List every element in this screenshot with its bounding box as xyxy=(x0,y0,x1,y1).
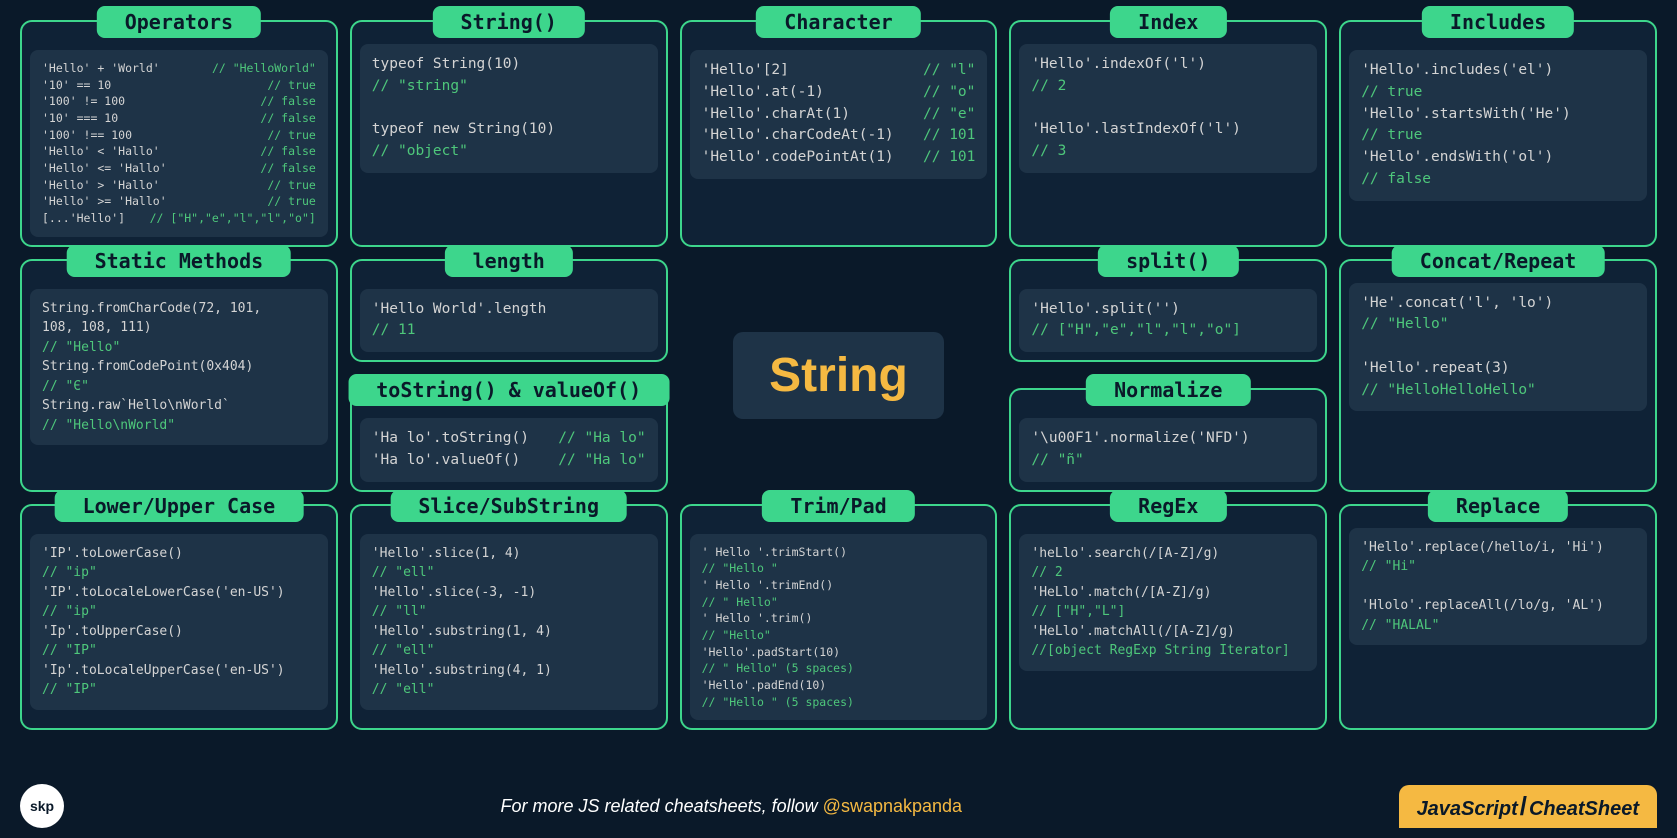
code-concat: 'He'.concat('l', 'lo')// "Hello" 'Hello'… xyxy=(1349,283,1647,412)
card-regex: RegEx 'heLlo'.search(/[A-Z]/g)// 2'HeLlo… xyxy=(1009,504,1327,731)
title-slice: Slice/SubString xyxy=(390,490,627,522)
code-tostring: 'Ha lo'.toString()// "Ha lo"'Ha lo'.valu… xyxy=(360,418,658,482)
title-index: Index xyxy=(1110,6,1226,38)
code-split: 'Hello'.split('')// ["H","e","l","l","o"… xyxy=(1019,289,1317,353)
center-badge: String xyxy=(680,259,998,492)
card-tostring: toString() & valueOf() 'Ha lo'.toString(… xyxy=(350,388,668,492)
footer-handle: @swapnakpanda xyxy=(823,796,962,816)
footer-text: For more JS related cheatsheets, follow … xyxy=(501,796,963,817)
code-includes: 'Hello'.includes('el')// true'Hello'.sta… xyxy=(1349,50,1647,201)
code-static: String.fromCharCode(72, 101, 108, 108, 1… xyxy=(30,289,328,446)
title-split: split() xyxy=(1098,245,1238,277)
title-concat: Concat/Repeat xyxy=(1392,245,1605,277)
footer-brand: JavaScript/CheatSheet xyxy=(1399,785,1657,828)
code-trim: ' Hello '.trimStart()// "Hello "' Hello … xyxy=(690,534,988,721)
card-replace: Replace 'Hello'.replace(/hello/i, 'Hi')/… xyxy=(1339,504,1657,731)
code-character: 'Hello'[2]// "l"'Hello'.at(-1)// "o"'Hel… xyxy=(690,50,988,179)
code-regex: 'heLlo'.search(/[A-Z]/g)// 2'HeLlo'.matc… xyxy=(1019,534,1317,671)
card-includes: Includes 'Hello'.includes('el')// true'H… xyxy=(1339,20,1657,247)
footer: skp For more JS related cheatsheets, fol… xyxy=(0,774,1677,838)
title-tostring: toString() & valueOf() xyxy=(348,374,669,406)
card-index: Index 'Hello'.indexOf('l')// 2 'Hello'.l… xyxy=(1009,20,1327,247)
card-length: length 'Hello World'.length// 11 xyxy=(350,259,668,363)
title-includes: Includes xyxy=(1422,6,1574,38)
title-string: String() xyxy=(433,6,585,38)
title-length: length xyxy=(445,245,573,277)
title-trim: Trim/Pad xyxy=(762,490,914,522)
card-split: split() 'Hello'.split('')// ["H","e","l"… xyxy=(1009,259,1327,363)
card-case: Lower/Upper Case 'IP'.toLowerCase()// "i… xyxy=(20,504,338,731)
code-case: 'IP'.toLowerCase()// "ip"'IP'.toLocaleLo… xyxy=(30,534,328,710)
title-case: Lower/Upper Case xyxy=(55,490,304,522)
title-regex: RegEx xyxy=(1110,490,1226,522)
logo: skp xyxy=(20,784,64,828)
code-operators: 'Hello' + 'World'// "HelloWorld"'10' == … xyxy=(30,50,328,237)
card-normalize: Normalize '\u00F1'.normalize('NFD')// "ñ… xyxy=(1009,388,1327,492)
code-slice: 'Hello'.slice(1, 4)// "ell"'Hello'.slice… xyxy=(360,534,658,710)
card-slice: Slice/SubString 'Hello'.slice(1, 4)// "e… xyxy=(350,504,668,731)
code-normalize: '\u00F1'.normalize('NFD')// "ñ" xyxy=(1019,418,1317,482)
card-trim: Trim/Pad ' Hello '.trimStart()// "Hello … xyxy=(680,504,998,731)
title-replace: Replace xyxy=(1428,490,1568,522)
code-string: typeof String(10)// "string" typeof new … xyxy=(360,44,658,173)
code-length: 'Hello World'.length// 11 xyxy=(360,289,658,353)
card-string: String() typeof String(10)// "string" ty… xyxy=(350,20,668,247)
title-operators: Operators xyxy=(97,6,261,38)
card-operators: Operators 'Hello' + 'World'// "HelloWorl… xyxy=(20,20,338,247)
code-replace: 'Hello'.replace(/hello/i, 'Hi')// "Hi" '… xyxy=(1349,528,1647,646)
title-normalize: Normalize xyxy=(1086,374,1250,406)
card-character: Character 'Hello'[2]// "l"'Hello'.at(-1)… xyxy=(680,20,998,247)
code-index: 'Hello'.indexOf('l')// 2 'Hello'.lastInd… xyxy=(1019,44,1317,173)
title-character: Character xyxy=(756,6,920,38)
card-static: Static Methods String.fromCharCode(72, 1… xyxy=(20,259,338,492)
main-topic: String xyxy=(769,348,908,403)
card-concat: Concat/Repeat 'He'.concat('l', 'lo')// "… xyxy=(1339,259,1657,492)
title-static: Static Methods xyxy=(67,245,292,277)
